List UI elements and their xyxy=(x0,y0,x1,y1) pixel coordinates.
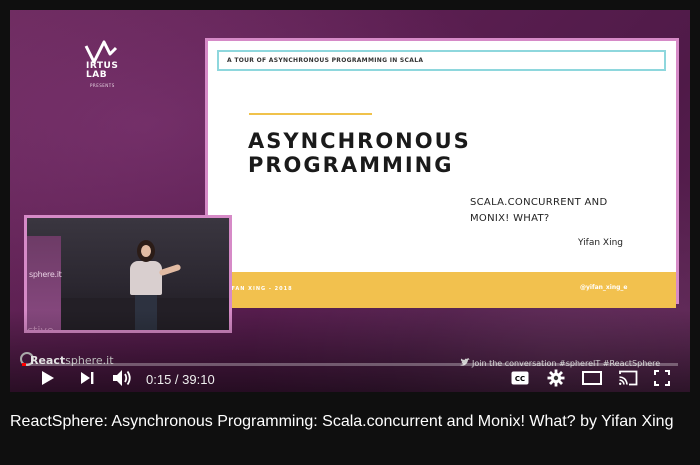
speaker-face xyxy=(141,245,151,257)
slide-divider xyxy=(249,113,372,115)
cast-button[interactable] xyxy=(614,364,642,392)
next-button[interactable] xyxy=(74,364,100,392)
logo-name: IRTUS LAB xyxy=(86,62,118,80)
theater-mode-icon xyxy=(582,371,602,385)
theater-mode-button[interactable] xyxy=(578,364,606,392)
slide-title-line2: PROGRAMMING xyxy=(248,153,454,177)
speaker-body xyxy=(130,261,162,295)
skip-next-icon xyxy=(81,372,94,384)
captions-button[interactable]: CC xyxy=(506,364,534,392)
svg-text:CC: CC xyxy=(515,375,525,383)
logo-sub: PRESENTS xyxy=(90,83,115,88)
slide-footer-right: @yifan_xing_e xyxy=(580,284,628,291)
fullscreen-icon xyxy=(654,370,670,386)
video-title[interactable]: ReactSphere: Asynchronous Programming: S… xyxy=(10,411,690,432)
cast-icon xyxy=(619,370,638,386)
time-display: 0:15 / 39:10 xyxy=(146,372,215,387)
logo-name-line2: LAB xyxy=(86,70,108,80)
fullscreen-button[interactable] xyxy=(648,364,676,392)
time-separator: / xyxy=(171,372,183,387)
page: IRTUS LAB PRESENTS A TOUR OF ASYNCHRONOU… xyxy=(0,0,700,465)
slide-author: Yifan Xing xyxy=(578,238,624,248)
slide-subtitle-line1: SCALA.CONCURRENT AND xyxy=(470,197,608,208)
virtus-lab-logo: IRTUS LAB PRESENTS xyxy=(76,40,136,96)
slide-footer: YIFAN XING - 2018 @yifan_xing_e xyxy=(208,272,676,308)
slide-subtitle: SCALA.CONCURRENT AND MONIX! WHAT? xyxy=(470,195,607,227)
slide-title-line1: ASYNCHRONOUS xyxy=(248,129,471,153)
slide-title: ASYNCHRONOUS PROGRAMMING xyxy=(248,129,471,177)
progress-bar-played xyxy=(22,363,27,366)
slide-footer-left: YIFAN XING - 2018 xyxy=(224,286,293,292)
presentation-slide: A TOUR OF ASYNCHRONOUS PROGRAMMING IN SC… xyxy=(205,38,679,308)
current-time: 0:15 xyxy=(146,372,172,387)
settings-button[interactable] xyxy=(542,364,570,392)
slide-subtitle-line2: MONIX! WHAT? xyxy=(470,213,550,224)
closed-captions-icon: CC xyxy=(511,371,529,385)
speaker-arm xyxy=(158,263,182,277)
volume-button[interactable] xyxy=(108,364,136,392)
video-player[interactable]: IRTUS LAB PRESENTS A TOUR OF ASYNCHRONOU… xyxy=(10,10,690,392)
gear-icon xyxy=(547,369,565,387)
slide-header: A TOUR OF ASYNCHRONOUS PROGRAMMING IN SC… xyxy=(217,50,666,71)
play-icon xyxy=(42,371,54,385)
duration: 39:10 xyxy=(182,372,215,387)
stage-banner-text: sphere.it xyxy=(29,270,62,279)
play-button[interactable] xyxy=(34,364,62,392)
volume-icon xyxy=(113,370,131,386)
